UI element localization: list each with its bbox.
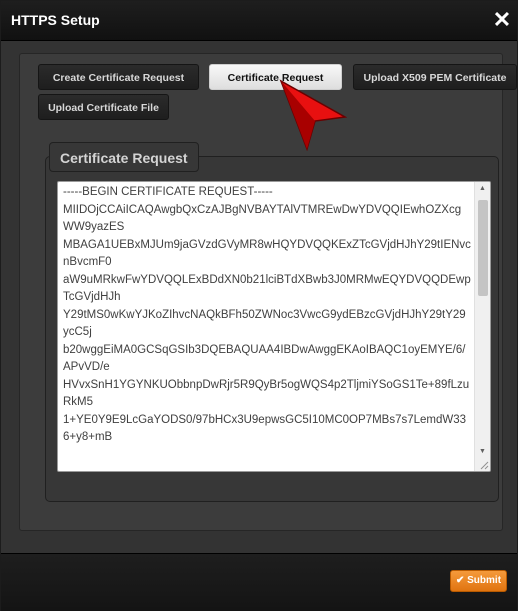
tab-create-certificate-request[interactable]: Create Certificate Request <box>38 64 199 90</box>
scroll-up-arrow-icon[interactable]: ▲ <box>475 182 490 196</box>
textarea-scrollbar[interactable]: ▲ ▼ <box>474 182 490 471</box>
certificate-request-text[interactable]: -----BEGIN CERTIFICATE REQUEST----- MIID… <box>63 184 471 447</box>
tab-upload-x509-pem-certificate[interactable]: Upload X509 PEM Certificate <box>353 64 517 90</box>
dialog-footer: ✔ Submit <box>1 553 517 611</box>
dialog-titlebar: HTTPS Setup ✕ <box>1 1 517 41</box>
panel-title: Certificate Request <box>49 142 199 172</box>
red-arrow-pointer-icon <box>279 79 347 151</box>
dialog-title: HTTPS Setup <box>11 12 100 28</box>
checkmark-icon: ✔ <box>455 575 468 586</box>
close-icon[interactable]: ✕ <box>489 5 515 35</box>
https-setup-dialog: HTTPS Setup ✕ Create Certificate Request… <box>0 0 518 611</box>
scroll-down-arrow-icon[interactable]: ▼ <box>475 445 490 459</box>
submit-label: Submit <box>467 575 502 586</box>
scrollbar-thumb[interactable] <box>478 200 488 296</box>
resize-grip-icon[interactable] <box>479 460 489 470</box>
certificate-request-textarea[interactable]: -----BEGIN CERTIFICATE REQUEST----- MIID… <box>57 181 491 472</box>
submit-button[interactable]: ✔ Submit <box>450 570 507 592</box>
tab-upload-certificate-file[interactable]: Upload Certificate File <box>38 94 169 120</box>
